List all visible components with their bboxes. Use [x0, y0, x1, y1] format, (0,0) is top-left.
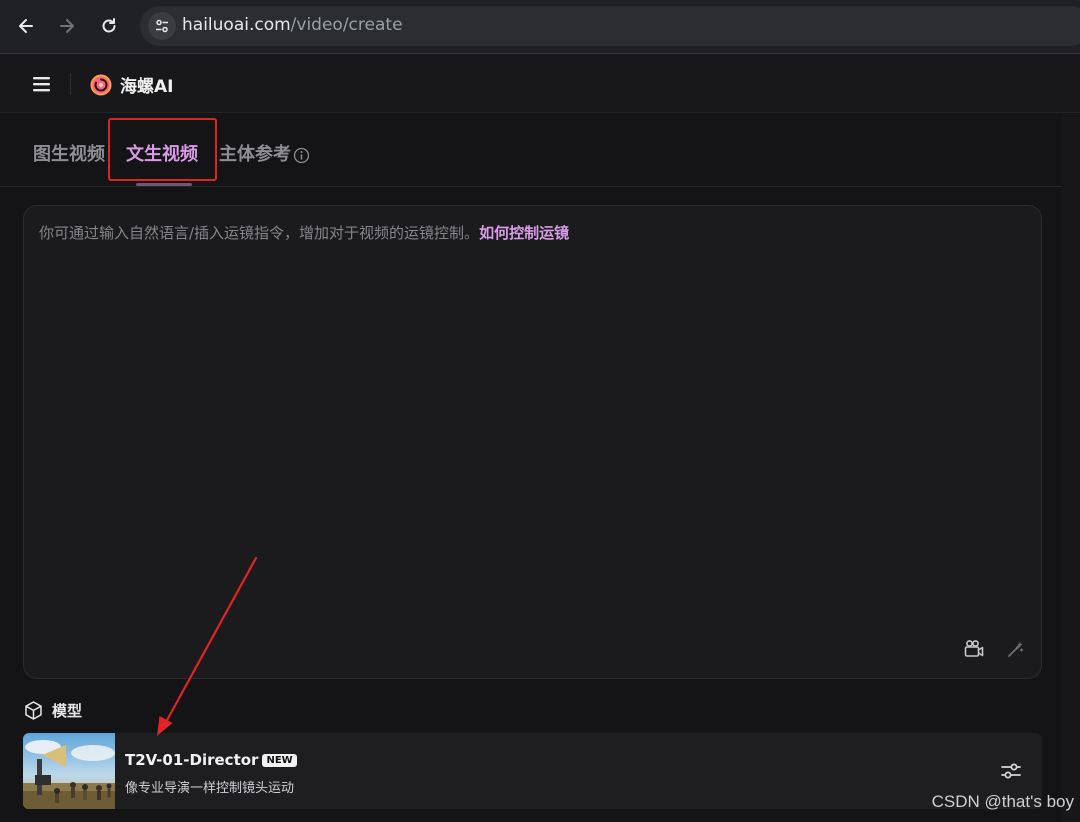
- new-badge: NEW: [262, 754, 297, 767]
- menu-button[interactable]: [30, 73, 54, 95]
- back-button[interactable]: [12, 12, 40, 40]
- model-settings-button[interactable]: [999, 759, 1023, 783]
- app-header: 海螺AI: [0, 55, 1080, 113]
- url-domain: hailuoai.com: [182, 15, 291, 35]
- url-path: /video/create: [290, 15, 403, 35]
- model-thumbnail: [23, 733, 115, 809]
- model-name-text: T2V-01-Director: [125, 751, 259, 769]
- site-info-button[interactable]: [148, 12, 176, 40]
- info-icon[interactable]: [293, 147, 310, 164]
- tab-image-to-video[interactable]: 图生视频: [33, 140, 105, 166]
- model-section-title: 模型: [52, 702, 83, 720]
- header-divider: [70, 73, 71, 95]
- cube-icon: [25, 701, 42, 720]
- hailuo-logo-icon: [90, 74, 112, 95]
- model-selector-card[interactable]: T2V-01-Director NEW 像专业导演一样控制镜头运动: [23, 733, 1042, 809]
- tab-subject-reference-label: 主体参考: [219, 144, 291, 165]
- forward-button[interactable]: [53, 12, 81, 40]
- reload-button[interactable]: [95, 12, 123, 40]
- model-description: 像专业导演一样控制镜头运动: [125, 781, 295, 796]
- tab-subject-reference[interactable]: 主体参考: [219, 140, 310, 166]
- camera-movement-button[interactable]: [962, 637, 986, 661]
- enhance-prompt-button[interactable]: [1005, 640, 1025, 660]
- address-bar[interactable]: hailuoai.com/video/create: [140, 6, 1080, 46]
- site-settings-icon: [156, 19, 168, 33]
- prompt-placeholder: 你可通过输入自然语言/插入运镜指令，增加对于视频的运镜控制。如何控制运镜: [39, 222, 569, 243]
- back-arrow-icon: [19, 19, 33, 33]
- annotation-highlight-box: [108, 118, 217, 181]
- camera-control-help-link[interactable]: 如何控制运镜: [479, 224, 569, 242]
- prompt-placeholder-text: 你可通过输入自然语言/插入运镜指令，增加对于视频的运镜控制。: [39, 224, 480, 242]
- model-section-label: 模型: [23, 700, 82, 721]
- forward-arrow-icon: [60, 19, 74, 33]
- active-tab-indicator: [136, 183, 192, 186]
- app-name: 海螺AI: [120, 77, 174, 97]
- watermark: CSDN @that's boy: [931, 792, 1074, 811]
- camera-movement-icon: [964, 640, 984, 657]
- model-name: T2V-01-Director NEW: [125, 751, 297, 769]
- scrollbar-track[interactable]: [1062, 114, 1080, 822]
- reload-icon: [102, 18, 116, 33]
- browser-toolbar: hailuoai.com/video/create: [0, 0, 1080, 54]
- sliders-icon: [1001, 763, 1021, 779]
- url-text: hailuoai.com/video/create: [182, 15, 403, 35]
- app-logo[interactable]: 海螺AI: [90, 72, 173, 97]
- hamburger-menu-icon: [33, 77, 50, 92]
- prompt-textarea[interactable]: 你可通过输入自然语言/插入运镜指令，增加对于视频的运镜控制。如何控制运镜: [23, 205, 1042, 679]
- magic-wand-icon: [1008, 642, 1024, 657]
